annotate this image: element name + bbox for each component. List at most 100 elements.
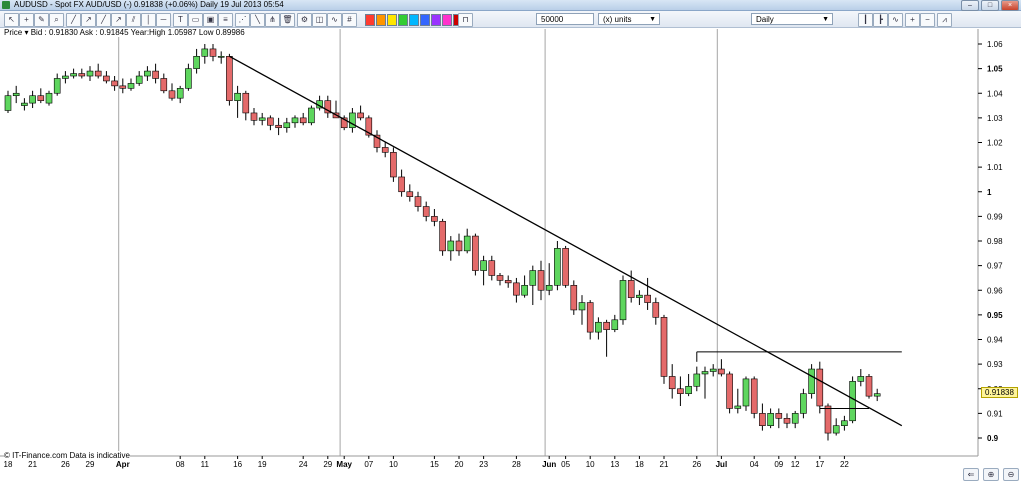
zoom-icon[interactable]: ⌕ — [49, 13, 64, 27]
price-tick-label: 0.91 — [987, 409, 1003, 418]
units-value: (x) units — [603, 15, 632, 24]
quote-text: Bid : 0.91830 Ask : 0.91845 Year:High 1.… — [30, 28, 245, 37]
zoom-in-icon[interactable]: ⊕ — [983, 468, 999, 481]
color-swatch[interactable] — [431, 14, 441, 26]
pencil-icon[interactable]: ✎ — [34, 13, 49, 27]
date-tick-label: 29 — [323, 460, 332, 469]
candle-body-down — [94, 70, 102, 77]
candle — [832, 418, 840, 436]
fib-icon[interactable]: ≡ — [218, 13, 233, 27]
candle-body-down — [398, 176, 405, 193]
candle-body-up — [857, 376, 865, 382]
candle-body-up — [4, 95, 12, 111]
price-dropdown-icon[interactable]: ▾ — [24, 28, 28, 37]
candle-body-down — [562, 248, 569, 286]
candle-body-down — [644, 294, 651, 303]
color-swatch[interactable] — [398, 14, 408, 26]
date-tick-label: Jun — [542, 460, 556, 469]
candle — [357, 105, 364, 121]
candle — [718, 359, 725, 377]
indicator-icon[interactable]: ∿ — [327, 13, 342, 27]
pitchfork-icon[interactable]: ⋔ — [265, 13, 280, 27]
color-swatch[interactable] — [365, 14, 375, 26]
close-button[interactable]: × — [1001, 0, 1019, 11]
text-icon[interactable]: T — [173, 13, 188, 27]
layers-icon[interactable]: ◫ — [312, 13, 327, 27]
candle — [70, 68, 77, 79]
chevron-down-icon: ▼ — [649, 16, 656, 23]
channel-icon[interactable]: ⫽ — [126, 13, 141, 27]
date-tick-label: Jul — [716, 460, 728, 469]
candle-body-up — [873, 393, 881, 397]
line-icon[interactable]: ╲ — [250, 13, 265, 27]
price-tick-label: 0.96 — [987, 286, 1003, 295]
minimize-button[interactable]: – — [961, 0, 979, 11]
color-swatch[interactable] — [387, 14, 397, 26]
price-tick-label: 1.06 — [987, 40, 1003, 49]
candle-body-down — [160, 78, 168, 92]
period-select[interactable]: Daily ▼ — [751, 13, 833, 25]
candle — [168, 83, 176, 101]
fan-icon[interactable]: ⋰ — [235, 13, 250, 27]
candle — [677, 376, 684, 406]
candles — [4, 44, 881, 441]
color-swatch[interactable] — [442, 14, 452, 26]
price-chart[interactable]: 0.90.910.920.930.940.950.960.970.980.991… — [0, 27, 1021, 481]
date-tick-label: 26 — [692, 460, 701, 469]
date-tick-label: 19 — [258, 460, 267, 469]
candle — [545, 263, 553, 296]
arrow-line-icon[interactable]: ↗ — [111, 13, 126, 27]
line-icon[interactable]: ╱ — [96, 13, 111, 27]
hline-icon[interactable]: ─ — [156, 13, 171, 27]
zoom-in-icon[interactable]: + — [905, 13, 920, 27]
candle-body-down — [431, 216, 438, 222]
date-tick-label: 05 — [561, 460, 570, 469]
candle — [816, 361, 824, 414]
candle-body-up — [308, 107, 315, 124]
ray-icon[interactable]: ↗ — [81, 13, 96, 27]
trash-icon[interactable]: 🗑 — [280, 13, 295, 27]
candle — [291, 115, 299, 128]
color-swatch[interactable] — [420, 14, 430, 26]
candle-body-down — [299, 117, 307, 124]
candle — [775, 408, 783, 429]
bars-icon[interactable]: ┣ — [873, 13, 888, 27]
chart-style-icon[interactable]: ⩘ — [937, 13, 952, 27]
candle — [463, 228, 471, 254]
grid-icon[interactable]: # — [342, 13, 357, 27]
date-tick-label: 09 — [774, 460, 783, 469]
vline-icon[interactable]: │ — [141, 13, 156, 27]
candle — [398, 169, 405, 197]
rectangle-icon[interactable]: ▭ — [188, 13, 203, 27]
price-tick-label: 0.94 — [987, 336, 1003, 345]
candle-body-up — [480, 260, 487, 271]
zoom-out-icon[interactable]: − — [920, 13, 935, 27]
candle — [562, 245, 569, 288]
candle-body-down — [488, 260, 496, 276]
maximize-button[interactable]: □ — [981, 0, 999, 11]
settings-icon[interactable]: ⚙ — [297, 13, 312, 27]
scroll-back-icon[interactable]: ⇐ — [963, 468, 979, 481]
candles-icon[interactable]: ┃ — [858, 13, 873, 27]
pointer-icon[interactable]: ↖ — [4, 13, 19, 27]
candle — [636, 290, 643, 306]
zoom-out-icon[interactable]: ⊖ — [1003, 468, 1019, 481]
crosshair-icon[interactable]: + — [19, 13, 34, 27]
units-select[interactable]: (x) units ▼ — [598, 13, 660, 25]
candle — [701, 366, 709, 399]
candle-body-up — [832, 425, 840, 434]
date-tick-label: 08 — [176, 460, 185, 469]
magnet-icon[interactable]: ⊓ — [458, 13, 473, 27]
candle — [217, 51, 225, 64]
candle — [242, 90, 250, 121]
line-chart-icon[interactable]: ∿ — [888, 13, 903, 27]
candle-body-up — [193, 56, 200, 69]
color-swatch[interactable] — [409, 14, 419, 26]
line-icon[interactable]: ╱ — [66, 13, 81, 27]
image-icon[interactable]: ▣ — [203, 13, 218, 27]
quantity-input[interactable]: 50000 — [536, 13, 594, 25]
color-swatch[interactable] — [376, 14, 386, 26]
candle-body-down — [111, 80, 118, 87]
candle-body-down — [275, 124, 282, 129]
candle-body-up — [217, 56, 225, 58]
